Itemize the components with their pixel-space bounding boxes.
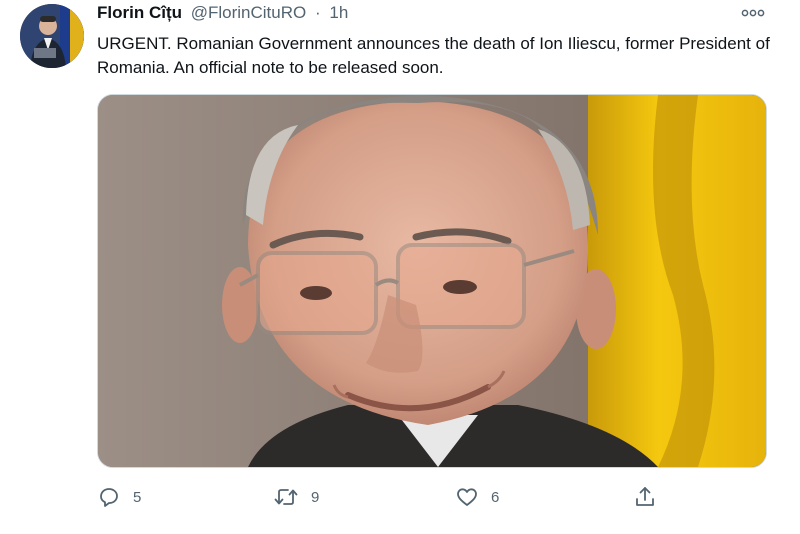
reply-icon: [97, 485, 121, 509]
tweet-actions: 5 9 6: [97, 482, 697, 512]
retweet-count: 9: [311, 488, 320, 506]
retweet-button[interactable]: 9: [273, 482, 319, 512]
reply-count: 5: [133, 488, 142, 506]
separator-dot: ·: [314, 3, 321, 22]
tweet-timestamp[interactable]: 1h: [329, 3, 348, 22]
retweet-icon: [273, 485, 299, 509]
author-name[interactable]: Florin Cîțu: [97, 3, 182, 22]
reply-button[interactable]: 5: [97, 482, 141, 512]
tweet-photo[interactable]: [97, 94, 767, 468]
like-button[interactable]: 6: [455, 482, 499, 512]
author-avatar[interactable]: [20, 4, 84, 68]
tweet-header: Florin Cîțu @FlorinCituRO · 1h: [97, 2, 348, 24]
heart-icon: [455, 485, 479, 509]
author-handle[interactable]: @FlorinCituRO: [191, 3, 307, 22]
tweet-text: URGENT. Romanian Government announces th…: [97, 34, 770, 77]
share-button[interactable]: [633, 482, 657, 512]
share-icon: [633, 485, 657, 509]
like-count: 6: [491, 488, 500, 506]
more-options-icon[interactable]: [740, 6, 766, 20]
tweet[interactable]: Florin Cîțu @FlorinCituRO · 1h URGENT. R…: [0, 0, 800, 534]
